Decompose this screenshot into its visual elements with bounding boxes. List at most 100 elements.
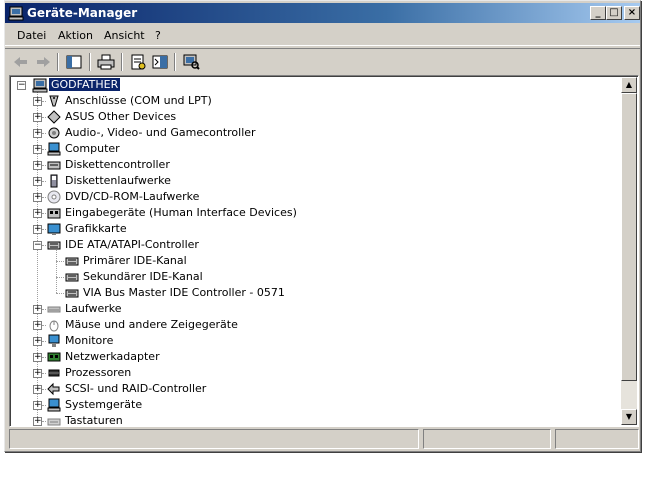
tree-item-label: Mäuse und andere Zeigegeräte — [65, 318, 238, 331]
root-label: GODFATHER — [49, 78, 121, 91]
tree-category-row[interactable]: + Eingabegeräte (Human Interface Devices) — [10, 205, 610, 221]
ide-channel-icon — [65, 289, 79, 298]
expand-button[interactable]: + — [33, 401, 42, 410]
forward-icon[interactable] — [33, 53, 53, 71]
status-pane-main — [9, 429, 419, 449]
expand-button[interactable]: + — [33, 225, 42, 234]
tree-category-row[interactable]: + Anschlüsse (COM und LPT) — [10, 93, 610, 109]
tree-category-row[interactable]: + Netzwerkadapter — [10, 349, 610, 365]
tree-root[interactable]: − GODFATHER — [14, 77, 314, 93]
tree-item-label: Anschlüsse (COM und LPT) — [65, 94, 212, 107]
toolbar-separator — [57, 53, 59, 71]
menu-help[interactable]: ? — [155, 29, 161, 42]
status-pane-2 — [423, 429, 551, 449]
title-bar[interactable]: Geräte-Manager _ □ × — [5, 3, 640, 23]
toolbar-separator — [121, 53, 123, 71]
vertical-scrollbar[interactable]: ▲ ▼ — [621, 77, 637, 425]
processor-icon — [48, 369, 60, 377]
tree-category-row[interactable]: + Systemgeräte — [10, 397, 610, 413]
expand-button[interactable]: + — [33, 385, 42, 394]
tree-category-row[interactable]: + Computer — [10, 141, 610, 157]
ide-channel-icon — [65, 273, 79, 282]
tree-category-row[interactable]: + Mäuse und andere Zeigegeräte — [10, 317, 610, 333]
mouse-icon — [49, 320, 59, 332]
expand-button[interactable]: + — [33, 129, 42, 138]
tree-category-row[interactable]: + Diskettencontroller — [10, 157, 610, 173]
menu-ansicht[interactable]: Ansicht — [104, 29, 145, 42]
collapse-button[interactable]: − — [33, 241, 42, 250]
tree-category-row[interactable]: + Tastaturen — [10, 413, 610, 427]
device-manager-window: Geräte-Manager _ □ × Datei Aktion Ansich… — [4, 0, 641, 452]
scroll-down-button[interactable]: ▼ — [621, 409, 637, 425]
expand-button[interactable]: + — [33, 353, 42, 362]
tree-item-label: Computer — [65, 142, 120, 155]
tree-category-row[interactable]: + SCSI- und RAID-Controller — [10, 381, 610, 397]
tree-item-label: ASUS Other Devices — [65, 110, 177, 123]
network-adapter-icon — [47, 352, 61, 362]
toolbar-separator — [89, 53, 91, 71]
tree-item-label: Monitore — [65, 334, 114, 347]
tree-category-row[interactable]: + Monitore — [10, 333, 610, 349]
console-tree-icon[interactable] — [64, 53, 84, 71]
tree-item-label: Netzwerkadapter — [65, 350, 160, 363]
tree-child-row[interactable]: VIA Bus Master IDE Controller - 0571 — [10, 285, 610, 301]
menu-aktion[interactable]: Aktion — [58, 29, 93, 42]
expand-button[interactable]: + — [33, 145, 42, 154]
tree-child-row[interactable]: Primärer IDE-Kanal — [10, 253, 610, 269]
disk-drive-icon — [47, 306, 61, 313]
keyboard-icon — [47, 418, 61, 426]
scroll-up-button[interactable]: ▲ — [621, 77, 637, 93]
tree-category-row[interactable]: + ASUS Other Devices — [10, 109, 610, 125]
expand-button[interactable]: + — [33, 337, 42, 346]
expand-button[interactable]: + — [33, 113, 42, 122]
menu-datei[interactable]: Datei — [17, 29, 46, 42]
close-button[interactable]: × — [624, 6, 640, 20]
maximize-button[interactable]: □ — [606, 6, 622, 20]
device-tree[interactable]: − GODFATHER + Anschlüsse (COM und LPT) + AS… — [9, 75, 639, 427]
tree-category-row[interactable]: − IDE ATA/ATAPI-Controller — [10, 237, 610, 253]
scan-hardware-icon[interactable] — [181, 53, 201, 71]
ide-channel-icon — [65, 257, 79, 266]
back-icon[interactable] — [11, 53, 31, 71]
cdrom-icon — [47, 190, 61, 204]
tree-category-row[interactable]: + Laufwerke — [10, 301, 610, 317]
tree-item-label: Diskettencontroller — [65, 158, 170, 171]
expand-button[interactable]: + — [33, 161, 42, 170]
sound-icon — [48, 127, 60, 139]
tree-item-label: Eingabegeräte (Human Interface Devices) — [65, 206, 297, 219]
tree-item-label: Audio-, Video- und Gamecontroller — [65, 126, 256, 139]
tree-item-label: Prozessoren — [65, 366, 132, 379]
scsi-icon — [47, 382, 60, 396]
tree-category-row[interactable]: + Audio-, Video- und Gamecontroller — [10, 125, 610, 141]
display-adapter-icon — [47, 223, 61, 235]
help-icon[interactable] — [150, 53, 170, 71]
tree-category-row[interactable]: + DVD/CD-ROM-Laufwerke — [10, 189, 610, 205]
collapse-root-button[interactable]: − — [17, 81, 26, 90]
window-title: Geräte-Manager — [27, 6, 138, 20]
expand-button[interactable]: + — [33, 193, 42, 202]
expand-button[interactable]: + — [33, 369, 42, 378]
tree-item-label: DVD/CD-ROM-Laufwerke — [65, 190, 200, 203]
scroll-thumb[interactable] — [621, 93, 637, 381]
system-device-icon — [47, 398, 61, 412]
expand-button[interactable]: + — [33, 177, 42, 186]
tree-item-label: Tastaturen — [65, 414, 123, 427]
tree-category-row[interactable]: + Prozessoren — [10, 365, 610, 381]
expand-button[interactable]: + — [33, 209, 42, 218]
tree-category-row[interactable]: + Grafikkarte — [10, 221, 610, 237]
floppy-controller-icon — [47, 161, 61, 170]
print-icon[interactable] — [96, 53, 116, 71]
expand-button[interactable]: + — [33, 305, 42, 314]
monitor-icon — [48, 334, 60, 347]
expand-button[interactable]: + — [33, 97, 42, 106]
tree-category-row[interactable]: + Diskettenlaufwerke — [10, 173, 610, 189]
computer-icon — [32, 78, 48, 93]
expand-button[interactable]: + — [33, 417, 42, 426]
tree-item-label: Grafikkarte — [65, 222, 127, 235]
minimize-button[interactable]: _ — [590, 6, 606, 20]
tree-child-row[interactable]: Sekundärer IDE-Kanal — [10, 269, 610, 285]
hid-icon — [47, 208, 61, 219]
tree-connector — [56, 261, 64, 262]
properties-icon[interactable] — [128, 53, 148, 71]
expand-button[interactable]: + — [33, 321, 42, 330]
